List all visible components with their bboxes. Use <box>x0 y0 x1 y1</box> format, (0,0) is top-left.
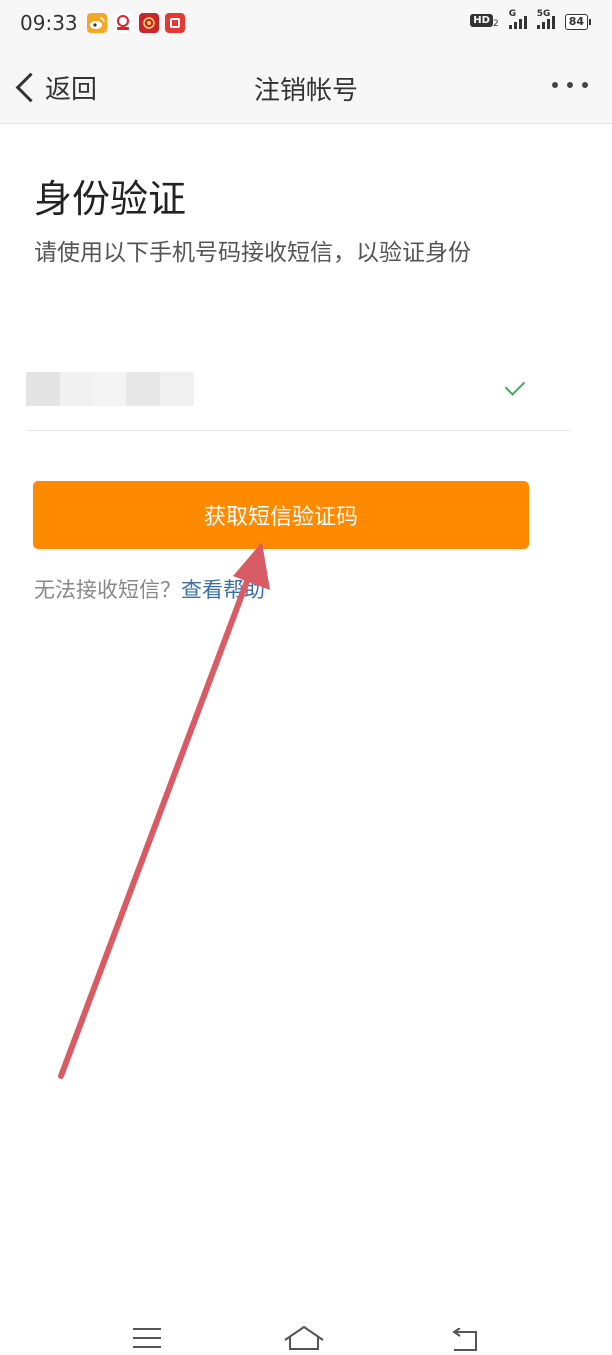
get-sms-code-button[interactable]: 获取短信验证码 <box>33 481 529 549</box>
arrow-shaft <box>58 557 258 1079</box>
more-dots-icon <box>552 82 558 88</box>
signal-icon: G <box>508 9 527 29</box>
app-notification-icon <box>113 13 133 33</box>
page-subtitle: 请使用以下手机号码接收短信，以验证身份 <box>34 240 471 266</box>
weibo-notification-icon <box>87 13 107 33</box>
hd-voice-icon: HD 2 <box>470 14 499 29</box>
masked-phone-number <box>26 372 194 406</box>
status-app-icons <box>87 13 185 33</box>
phone-number-row <box>26 370 570 431</box>
battery-icon: 84 <box>564 14 592 30</box>
signal-5g-icon: 5G <box>536 9 555 29</box>
status-indicators: HD 2 G 5G 84 <box>470 9 592 30</box>
page-title-nav: 注销帐号 <box>253 76 358 106</box>
help-prompt: 无法接收短信？ <box>34 578 181 602</box>
return-icon[interactable] <box>450 1328 482 1354</box>
more-button[interactable] <box>552 82 588 88</box>
nav-bar: 返回 注销帐号 <box>0 50 612 124</box>
help-row: 无法接收短信？查看帮助 <box>34 574 265 604</box>
menu-icon[interactable] <box>133 1328 161 1355</box>
app-notification-icon <box>165 13 185 33</box>
status-time: 09:33 <box>20 11 78 35</box>
status-bar: 09:33 HD 2 G 5G 84 <box>0 0 612 50</box>
system-nav-bar <box>0 1310 612 1353</box>
help-link[interactable]: 查看帮助 <box>181 578 265 602</box>
check-icon <box>504 375 526 396</box>
home-icon[interactable] <box>282 1324 326 1352</box>
page-title: 身份验证 <box>34 177 187 221</box>
app-notification-icon <box>139 13 159 33</box>
